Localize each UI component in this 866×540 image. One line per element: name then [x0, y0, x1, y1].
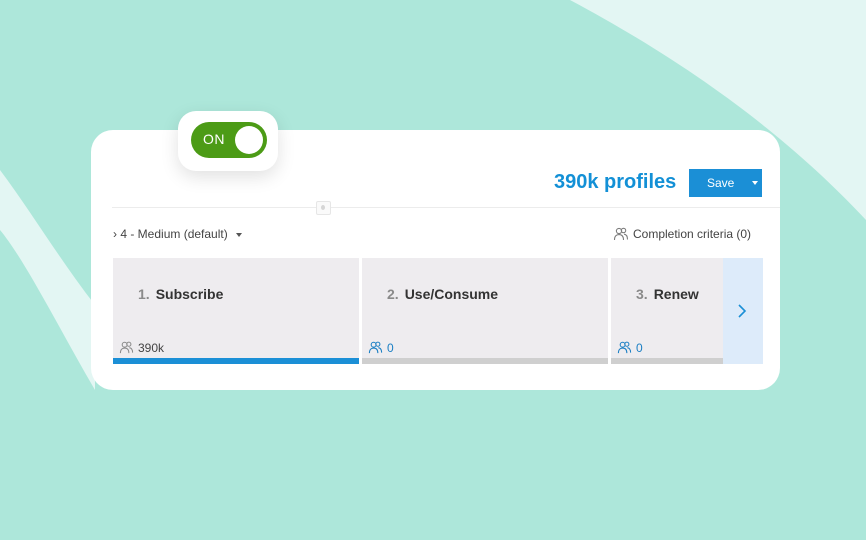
stage-number: 2.	[387, 286, 399, 302]
stage-title: 2. Use/Consume	[387, 286, 498, 302]
completion-criteria-label: Completion criteria (0)	[633, 227, 752, 241]
users-icon	[617, 341, 632, 354]
toggle-label: ON	[203, 131, 225, 147]
profiles-count: 390k profiles	[554, 171, 677, 193]
stage-number: 1.	[138, 286, 150, 302]
stage-number: 3.	[636, 286, 648, 302]
stage-card-subscribe[interactable]: 1. Subscribe 390k	[113, 258, 359, 364]
toggle-knob[interactable]	[235, 126, 263, 154]
caret-down-icon	[235, 232, 242, 237]
toggle-container: ON	[178, 111, 278, 171]
chevron-right-icon	[738, 304, 747, 318]
divider	[112, 207, 780, 208]
stage-count-value: 390k	[138, 341, 165, 355]
stage-card-use-consume[interactable]: 2. Use/Consume 0	[362, 258, 608, 364]
stage-card-renew[interactable]: 3. Renew 0	[611, 258, 723, 364]
users-icon	[613, 227, 629, 241]
stage-count-value: 0	[387, 341, 394, 355]
scope-dropdown[interactable]: › 4 - Medium (default)	[113, 227, 242, 241]
on-off-toggle[interactable]: ON	[191, 122, 267, 158]
stage-title: 1. Subscribe	[138, 286, 223, 302]
stage-progress-bar	[113, 358, 359, 364]
completion-criteria-link[interactable]: Completion criteria (0)	[613, 226, 751, 242]
stage-count-value: 0	[636, 341, 643, 355]
next-stages-button[interactable]	[723, 258, 763, 364]
stage-count: 0	[368, 340, 394, 355]
stage-count: 0	[617, 340, 643, 355]
stage-title: 3. Renew	[636, 286, 699, 302]
save-label: Save	[707, 176, 735, 190]
scope-selected: 4 - Medium (default)	[120, 227, 228, 241]
save-dropdown-caret-icon[interactable]	[752, 181, 758, 185]
stage-name: Renew	[653, 286, 699, 302]
users-icon	[119, 341, 134, 354]
stage-name: Subscribe	[155, 286, 224, 302]
stage-name: Use/Consume	[404, 286, 499, 302]
save-button[interactable]: Save	[689, 169, 762, 197]
users-icon	[368, 341, 383, 354]
stage-progress-bar	[362, 358, 608, 364]
stage-progress-bar	[611, 358, 723, 364]
drag-handle-icon[interactable]	[316, 201, 331, 215]
stage-count: 390k	[119, 340, 164, 355]
